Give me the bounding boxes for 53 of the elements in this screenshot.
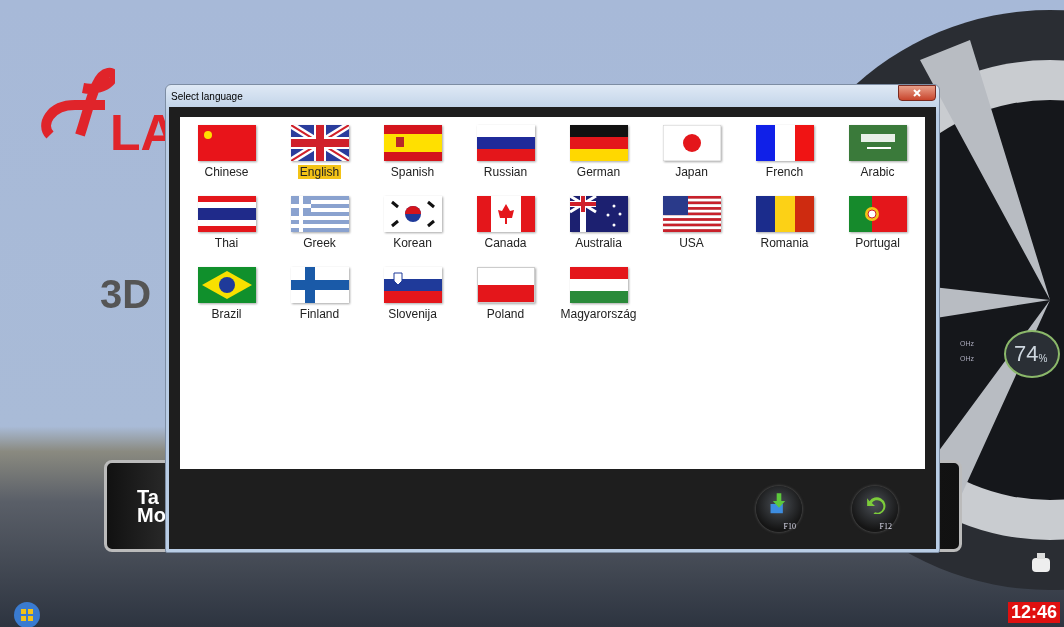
flag-icon	[662, 196, 721, 232]
gauge-unit: %	[1038, 352, 1048, 364]
language-option[interactable]: Brazil	[209, 307, 244, 321]
language-option[interactable]: Chinese	[202, 165, 251, 179]
language-option[interactable]: Greek	[301, 236, 338, 250]
heading-text: 3D	[100, 272, 152, 317]
language-option[interactable]: Finland	[297, 307, 342, 321]
language-option[interactable]: Slovenija	[386, 307, 439, 321]
language-option[interactable]: Magyarország	[558, 307, 639, 321]
language-option[interactable]: USA	[677, 236, 706, 250]
flag-icon	[476, 267, 535, 303]
gauge-value: 74	[1014, 341, 1039, 367]
start-button-icon[interactable]	[12, 600, 42, 627]
language-option[interactable]: Arabic	[858, 165, 897, 179]
language-option[interactable]: French	[763, 165, 806, 179]
flag-icon	[197, 196, 256, 232]
flag-icon	[476, 196, 535, 232]
flag-icon	[848, 196, 907, 232]
undo-arrow-icon	[864, 494, 886, 514]
flag-icon	[755, 196, 814, 232]
flag-icon	[662, 125, 721, 161]
function-key-button[interactable]: F12	[852, 486, 898, 532]
panel-text: Ta	[137, 488, 159, 506]
flag-icon	[569, 267, 628, 303]
close-button[interactable]	[898, 85, 936, 101]
language-option[interactable]: Russian	[481, 165, 530, 179]
language-option[interactable]: Australia	[573, 236, 624, 250]
language-option[interactable]: German	[574, 165, 623, 179]
flag-icon	[290, 196, 349, 232]
panel-text: Mo	[137, 506, 166, 524]
language-option[interactable]: Romania	[758, 236, 811, 250]
language-option[interactable]: Spanish	[388, 165, 437, 179]
flag-icon	[755, 125, 814, 161]
language-option[interactable]: Poland	[484, 307, 527, 321]
flag-icon	[569, 196, 628, 232]
language-option[interactable]: English	[297, 165, 342, 179]
flag-icon	[383, 125, 442, 161]
function-key-button[interactable]: F10	[756, 486, 802, 532]
flag-icon	[848, 125, 907, 161]
taskbar-clock: 12:46	[1007, 602, 1060, 623]
language-option[interactable]: Canada	[482, 236, 529, 250]
flag-icon	[569, 125, 628, 161]
language-option[interactable]: Thai	[212, 236, 241, 250]
flag-icon	[197, 267, 256, 303]
close-icon	[913, 89, 921, 97]
flag-icon	[197, 125, 256, 161]
window-title: Select language	[170, 90, 243, 102]
language-option[interactable]: Portugal	[853, 236, 902, 250]
flag-icon	[290, 267, 349, 303]
flag-icon	[290, 125, 349, 161]
language-option[interactable]: Korean	[391, 236, 434, 250]
language-option[interactable]: Japan	[673, 165, 710, 179]
usb-drive-icon[interactable]	[1030, 552, 1052, 574]
